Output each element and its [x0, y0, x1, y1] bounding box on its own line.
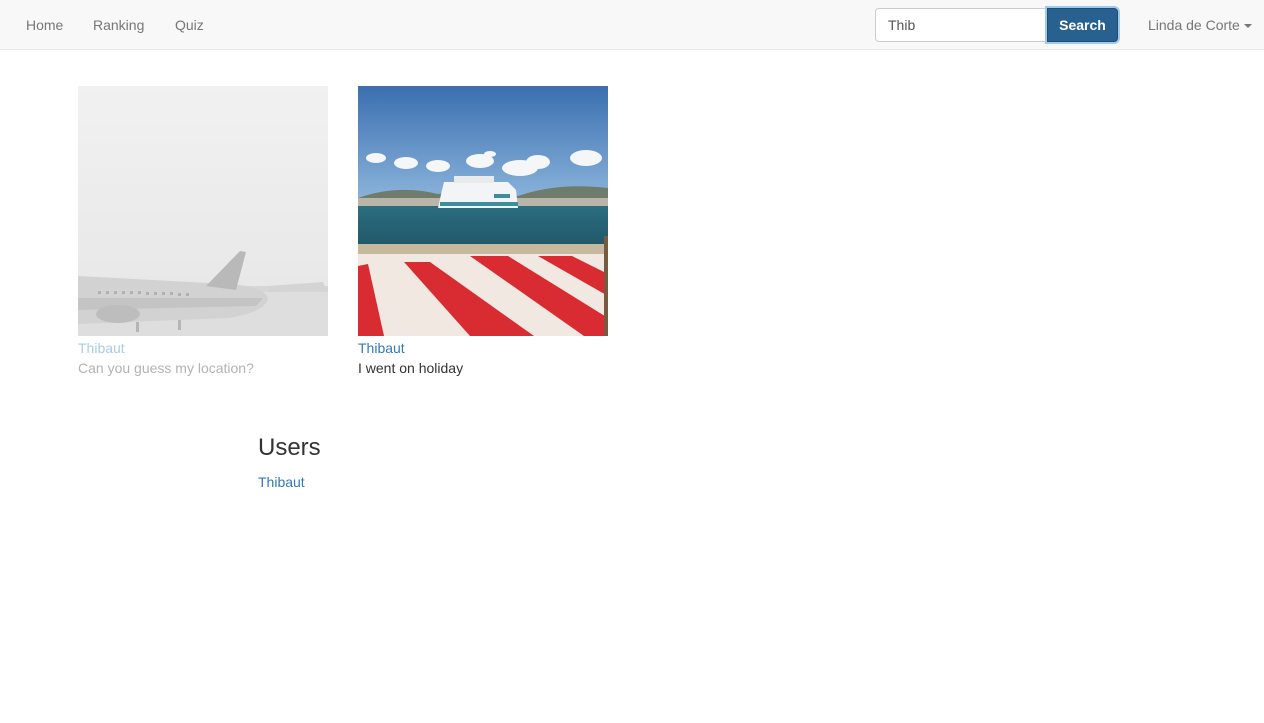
user-link[interactable]: Thibaut	[258, 474, 305, 490]
post-photo-harbor[interactable]	[358, 86, 608, 336]
nav-ranking-link[interactable]: Ranking	[93, 0, 144, 50]
post-caption: Can you guess my location?	[78, 360, 254, 376]
nav-quiz-link[interactable]: Quiz	[175, 0, 204, 50]
user-menu-dropdown[interactable]: Linda de Corte	[1148, 0, 1252, 50]
post-photo-airplane[interactable]	[78, 86, 328, 336]
list-item: Thibaut	[258, 472, 305, 492]
user-menu-label: Linda de Corte	[1148, 17, 1240, 33]
post-author-link[interactable]: Thibaut	[78, 338, 328, 358]
post-caption: I went on holiday	[358, 360, 464, 376]
top-navbar: Home Ranking Quiz Search Linda de Corte	[0, 0, 1264, 50]
nav-home-link[interactable]: Home	[26, 0, 63, 50]
post-author-link[interactable]: Thibaut	[358, 338, 608, 358]
post-card: Thibaut Can you guess my location?	[78, 86, 328, 378]
users-list: Thibaut	[258, 472, 305, 492]
post-card: Thibaut I went on holiday	[358, 86, 608, 378]
users-heading: Users	[258, 434, 321, 461]
search-input[interactable]	[875, 8, 1049, 42]
caret-down-icon	[1243, 24, 1252, 29]
search-button[interactable]: Search	[1047, 8, 1118, 42]
